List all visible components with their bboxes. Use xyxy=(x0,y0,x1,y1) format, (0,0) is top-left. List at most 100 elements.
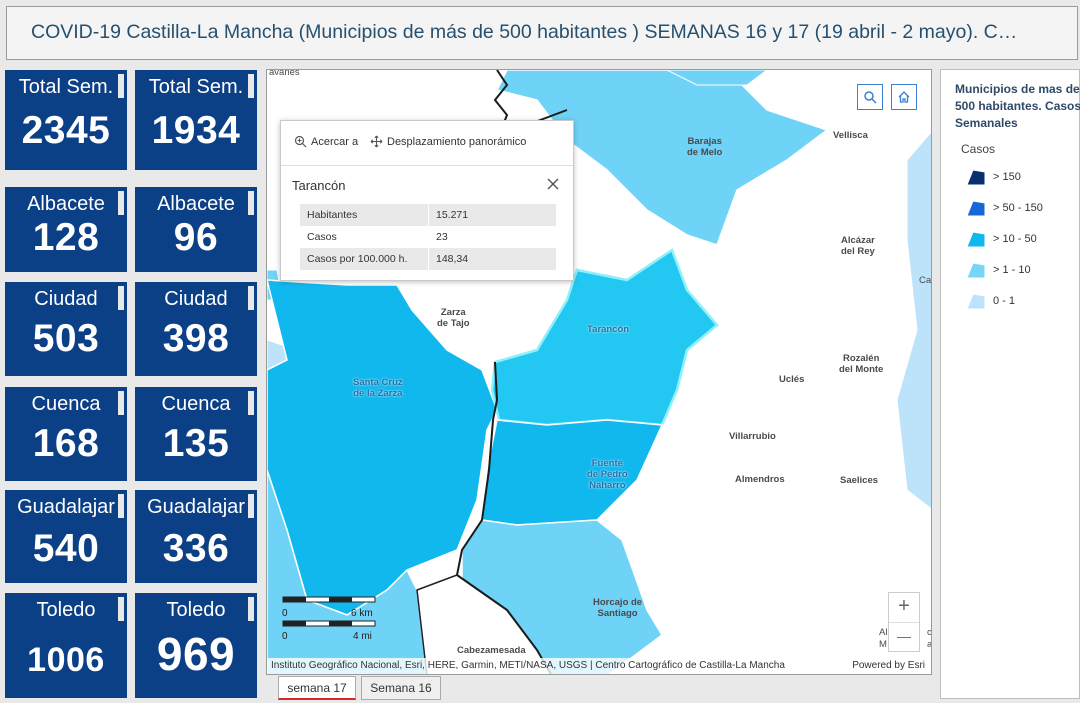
zoom-in-button[interactable]: + xyxy=(889,593,919,622)
zoom-control: + — xyxy=(888,592,920,652)
tile-scrollbar[interactable] xyxy=(248,494,254,518)
tile-scrollbar[interactable] xyxy=(118,191,124,215)
tile-scrollbar[interactable] xyxy=(248,391,254,415)
tile-scrollbar[interactable] xyxy=(118,494,124,518)
indicator-ciudad-week17: Ciudad 503 xyxy=(5,282,127,376)
legend-subtitle: Casos xyxy=(961,142,996,156)
place-label-rozalen: Rozalén del Monte xyxy=(839,353,884,375)
indicator-label: Cuenca xyxy=(31,393,101,415)
indicator-value: 135 xyxy=(162,422,230,465)
home-icon xyxy=(898,91,910,103)
place-label-saelices: Saelices xyxy=(840,475,879,486)
indicator-albacete-week16: Albacete 96 xyxy=(135,187,257,272)
indicator-label: Guadalajar xyxy=(147,496,245,518)
indicator-total-week16: Total Sem. 1934 xyxy=(135,70,257,170)
table-row: Casos por 100.000 h. 148,34 xyxy=(300,248,556,270)
legend-item: > 1 - 10 xyxy=(965,260,1031,280)
tile-scrollbar[interactable] xyxy=(118,597,124,621)
legend-label: 0 - 1 xyxy=(993,295,1016,307)
tile-scrollbar[interactable] xyxy=(118,286,124,310)
indicator-value: 336 xyxy=(162,527,230,570)
indicator-value: 96 xyxy=(173,216,219,259)
legend-swatch xyxy=(966,262,986,279)
pan-label: Desplazamiento panorámico xyxy=(387,135,527,148)
place-label-santa-cruz: Santa Cruz de la Zarza xyxy=(353,377,403,399)
attribution-text: Instituto Geográfico Nacional, Esri, HER… xyxy=(271,660,785,671)
tile-scrollbar[interactable] xyxy=(118,74,124,98)
indicator-label: Albacete xyxy=(27,193,105,215)
popup-attribute-table: Habitantes 15.271 Casos 23 Casos por 100.0… xyxy=(300,204,556,270)
search-icon xyxy=(864,91,877,104)
tile-scrollbar[interactable] xyxy=(248,191,254,215)
tile-scrollbar[interactable] xyxy=(118,391,124,415)
scale-label-zero-mi: 0 xyxy=(282,631,288,642)
home-button[interactable] xyxy=(891,84,917,110)
indicator-value: 2345 xyxy=(21,109,111,152)
place-label-vellisca: Vellisca xyxy=(833,130,868,141)
legend-label: > 10 - 50 xyxy=(993,233,1037,245)
legend-swatch xyxy=(966,169,986,186)
legend-item: > 50 - 150 xyxy=(965,198,1043,218)
place-label-fragment: a xyxy=(927,639,932,650)
place-label-fragment: c xyxy=(927,627,932,638)
indicator-guadalajara-week16: Guadalajar 336 xyxy=(135,490,257,583)
scale-label-km: 6 km xyxy=(351,608,373,619)
indicator-total-week17: Total Sem. 2345 xyxy=(5,70,127,170)
indicator-label: Guadalajar xyxy=(17,496,115,518)
indicator-label: Cuenca xyxy=(161,393,231,415)
powered-by-link[interactable]: Powered by Esri xyxy=(852,660,925,671)
indicator-value: 1006 xyxy=(27,641,105,679)
tile-scrollbar[interactable] xyxy=(248,74,254,98)
pan-arrows-icon xyxy=(370,135,383,148)
close-button[interactable] xyxy=(547,177,559,195)
pan-action[interactable]: Desplazamiento panorámico xyxy=(370,135,526,148)
legend-item: > 10 - 50 xyxy=(965,229,1037,249)
scale-label-zero-km: 0 xyxy=(282,608,288,619)
attribute-value: 23 xyxy=(436,231,448,243)
indicator-label: Total Sem. xyxy=(148,76,244,98)
indicator-guadalajara-week17: Guadalajar 540 xyxy=(5,490,127,583)
map-attribution: Instituto Geográfico Nacional, Esri, HER… xyxy=(267,658,931,674)
indicator-value: 128 xyxy=(32,216,100,259)
indicator-albacete-week17: Albacete 128 xyxy=(5,187,127,272)
indicator-value: 969 xyxy=(156,628,236,680)
indicator-cuenca-week16: Cuenca 135 xyxy=(135,387,257,481)
tile-scrollbar[interactable] xyxy=(248,597,254,621)
dashboard-title: COVID-19 Castilla-La Mancha (Municipios … xyxy=(31,21,1018,43)
attribute-key: Habitantes xyxy=(300,204,429,226)
tab-semana-17[interactable]: semana 17 xyxy=(278,676,356,700)
table-row: Habitantes 15.271 xyxy=(300,204,556,226)
tile-scrollbar[interactable] xyxy=(248,286,254,310)
legend-title: Municipios de mas de 500 habitantes. Cas… xyxy=(955,82,1080,130)
legend-swatch xyxy=(966,293,986,310)
legend-swatch xyxy=(966,231,986,248)
place-label-fragment: M xyxy=(879,639,887,650)
map-legend: Municipios de mas de 500 habitantes. Cas… xyxy=(940,69,1080,699)
indicator-toledo-week16: Toledo 969 xyxy=(135,593,257,698)
attribute-value: 15.271 xyxy=(428,204,556,226)
indicator-label: Toledo xyxy=(36,599,96,621)
place-label-barajas: Barajas de Melo xyxy=(687,136,723,158)
tab-semana-16[interactable]: Semana 16 xyxy=(361,676,441,700)
indicator-label: Toledo xyxy=(166,599,226,621)
popup-title: Tarancón xyxy=(292,178,346,193)
place-label-fragment: Ca xyxy=(919,275,932,286)
zoom-to-action[interactable]: Acercar a xyxy=(294,135,358,148)
indicator-label: Ciudad xyxy=(34,288,98,310)
legend-item: > 150 xyxy=(965,167,1021,187)
indicator-label: Albacete xyxy=(157,193,235,215)
place-label-fragment: avanes xyxy=(269,69,300,78)
place-label-almendros: Almendros xyxy=(735,474,785,485)
indicator-value: 168 xyxy=(32,422,100,465)
search-button[interactable] xyxy=(857,84,883,110)
legend-swatch xyxy=(966,200,986,217)
scale-bar: 0 6 km 0 4 mi xyxy=(279,595,389,645)
close-icon xyxy=(547,178,559,190)
place-label-villarrubio: Villarrubio xyxy=(729,431,776,442)
dashboard-header: COVID-19 Castilla-La Mancha (Municipios … xyxy=(6,6,1078,60)
popup-actions: Acercar a Desplazamiento panorámico xyxy=(281,121,573,166)
zoom-out-button[interactable]: — xyxy=(889,622,919,652)
attribute-key: Casos por 100.000 h. xyxy=(300,248,429,270)
scale-label-mi: 4 mi xyxy=(353,631,372,642)
legend-label: > 150 xyxy=(993,171,1021,183)
